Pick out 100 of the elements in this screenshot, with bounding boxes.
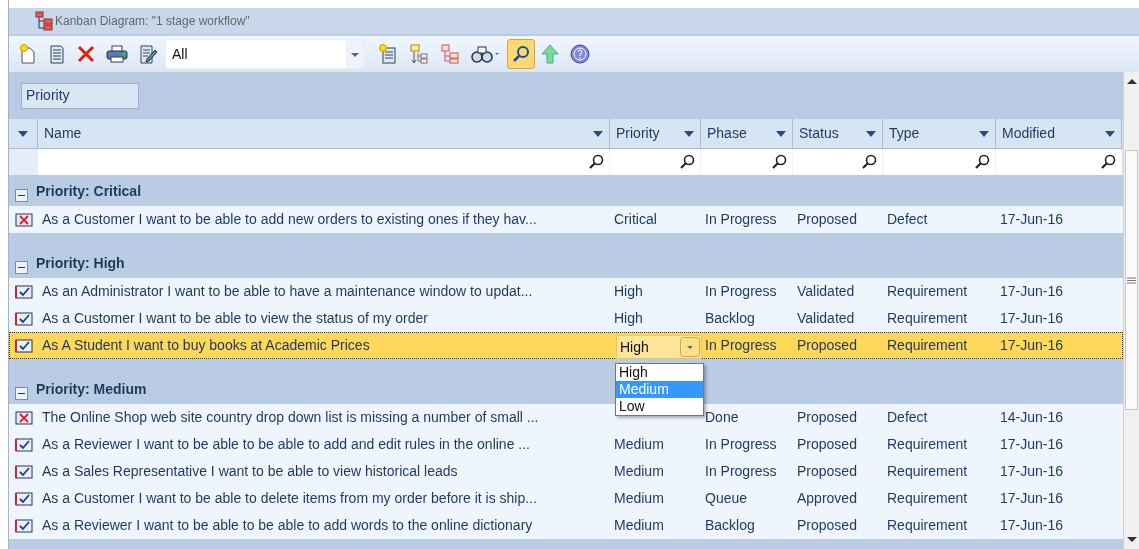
table-cell-text: 17-Jun-16 — [1000, 309, 1064, 328]
help-icon — [570, 44, 590, 64]
table-cell-text: Backlog — [705, 516, 755, 535]
table-cell-text: In Progress — [705, 462, 777, 481]
group-by-chip[interactable]: Priority — [21, 82, 139, 109]
table-cell-text: 17-Jun-16 — [1000, 516, 1064, 535]
diagram-icon — [35, 11, 53, 31]
table-cell-text: High — [614, 282, 643, 301]
group-header: Priority: Critical — [36, 182, 142, 201]
search-icon — [861, 154, 877, 170]
table-cell-text: In Progress — [705, 435, 777, 454]
table-cell-text: As a Reviewer I want to be able to be able to add words to the online dictionary — [42, 516, 533, 535]
table-cell-text: As a Customer I want to be able to add new orders to existing ones if they hav... — [42, 210, 537, 229]
column-header[interactable]: Phase — [701, 119, 793, 148]
column-header[interactable]: Type — [883, 119, 996, 148]
dropdown-option[interactable]: High — [616, 364, 703, 381]
binoculars-icon — [471, 44, 501, 64]
filter-caret-icon — [684, 130, 694, 137]
print-icon — [106, 45, 128, 63]
scrollbar[interactable] — [1123, 72, 1139, 549]
column-filter-field[interactable] — [610, 149, 701, 175]
column-filter-field[interactable] — [996, 149, 1122, 175]
filter-caret-icon — [776, 130, 786, 137]
table-cell-text: Approved — [797, 489, 857, 508]
table-cell-text: Medium — [614, 435, 664, 454]
requirement-icon — [14, 311, 33, 326]
table-cell-text: In Progress — [705, 282, 777, 301]
table-row[interactable]: As a Sales Representative I want to be able to view historical leads Medium In Progress Proposed Requirement 17-Jun-16 — [9, 458, 1123, 485]
table-row[interactable]: As a Customer I want to be able to add new orders to existing ones if they hav... Critical In Progress Proposed Defect 17-Jun-16 — [9, 206, 1123, 233]
caret-icon — [18, 130, 28, 137]
scroll-thumb[interactable] — [1125, 150, 1138, 410]
table-cell-text: Validated — [797, 309, 855, 328]
table-row[interactable]: As an Administrator I want to be able to have a maintenance window to updat... High In Progress Validated Requirement 17-Jun-16 — [9, 278, 1123, 305]
column-header[interactable]: Modified — [996, 119, 1122, 148]
table-cell-text: 17-Jun-16 — [1000, 489, 1064, 508]
search-icon — [588, 154, 604, 170]
group-header: Priority: High — [36, 254, 125, 273]
group-header: Priority: Medium — [36, 380, 147, 399]
new-list-icon — [378, 44, 398, 64]
column-filter-field[interactable] — [883, 149, 996, 175]
search-icon — [512, 45, 530, 63]
filter-caret-icon — [593, 130, 603, 137]
column-header[interactable]: Priority — [610, 119, 701, 148]
requirement-icon — [14, 464, 33, 479]
search-icon — [679, 154, 695, 170]
edit-icon — [139, 44, 157, 64]
table-cell-text: Requirement — [887, 282, 968, 301]
table-cell-text: In Progress — [705, 210, 777, 229]
table-cell-text: Medium — [614, 462, 664, 481]
table-cell-text: 17-Jun-16 — [1000, 435, 1064, 454]
filter-value: All — [171, 44, 189, 64]
requirement-icon — [14, 437, 33, 452]
up-arrow-icon — [541, 44, 559, 64]
column-filter-field[interactable] — [793, 149, 883, 175]
table-cell-text: Proposed — [797, 435, 857, 454]
table-cell-text: Defect — [887, 210, 928, 229]
collapse-icon[interactable] — [15, 189, 28, 202]
column-filter-field[interactable] — [38, 149, 610, 175]
table-cell-text: Requirement — [887, 309, 968, 328]
tree-down-icon — [409, 44, 429, 64]
requirement-icon — [14, 284, 33, 299]
table-cell-text: Requirement — [887, 462, 968, 481]
table-row[interactable]: As a Reviewer I want to be able to be able to add and edit rules in the online ... Medium In Progress Proposed Requirement 17-Jun-16 — [9, 431, 1123, 458]
column-header[interactable]: Name — [38, 119, 610, 148]
dropdown-value: High — [619, 337, 650, 357]
collapse-icon[interactable] — [15, 387, 28, 400]
table-cell-text: As A Student I want to buy books at Academic Prices — [42, 336, 370, 355]
new-item-icon — [19, 44, 37, 64]
priority-dropdown[interactable]: High — [616, 335, 702, 359]
column-header[interactable]: Status — [793, 119, 883, 148]
table-cell-text: 17-Jun-16 — [1000, 462, 1064, 481]
table-cell-text: Proposed — [797, 210, 857, 229]
table-cell-text: Proposed — [797, 516, 857, 535]
table-row[interactable]: As a Reviewer I want to be able to be able to add words to the online dictionary Medium Backlog Proposed Requirement 17-Jun-16 — [9, 512, 1123, 539]
column-filter-field[interactable] — [701, 149, 793, 175]
filter-caret-icon — [1105, 130, 1115, 137]
table-row[interactable]: As a Customer I want to be able to delete items from my order before it is ship... Medium Queue Approved Requirement 17-Jun-16 — [9, 485, 1123, 512]
toolbar-button[interactable] — [507, 39, 535, 69]
table-cell-text: Requirement — [887, 336, 968, 355]
window-title: Kanban Diagram: "1 stage workflow" — [55, 13, 250, 30]
search-icon — [1100, 154, 1116, 170]
table-cell-text: 17-Jun-16 — [1000, 336, 1064, 355]
table-cell-text: In Progress — [705, 336, 777, 355]
table-row[interactable]: As a Customer I want to be able to view the status of my order High Backlog Validated Requirement 17-Jun-16 — [9, 305, 1123, 332]
table-cell-text: Proposed — [797, 462, 857, 481]
document-icon — [48, 44, 66, 64]
table-cell-text: Queue — [705, 489, 748, 508]
search-icon — [974, 154, 990, 170]
defect-icon — [14, 212, 33, 227]
requirement-icon — [14, 491, 33, 506]
table-cell-text: As a Customer I want to be able to view the status of my order — [42, 309, 428, 328]
table-cell-text: Proposed — [797, 336, 857, 355]
table-cell-text: Medium — [614, 516, 664, 535]
table-cell-text: As a Sales Representative I want to be able to view historical leads — [42, 462, 458, 481]
table-cell-text: Backlog — [705, 309, 755, 328]
filter-combo[interactable]: All — [165, 39, 365, 69]
table-cell-text: As a Customer I want to be able to delete items from my order before it is ship... — [42, 489, 537, 508]
table-cell-text: As an Administrator I want to be able to have a maintenance window to updat... — [42, 282, 533, 301]
collapse-icon[interactable] — [15, 261, 28, 274]
table-cell-text: Critical — [614, 210, 657, 229]
